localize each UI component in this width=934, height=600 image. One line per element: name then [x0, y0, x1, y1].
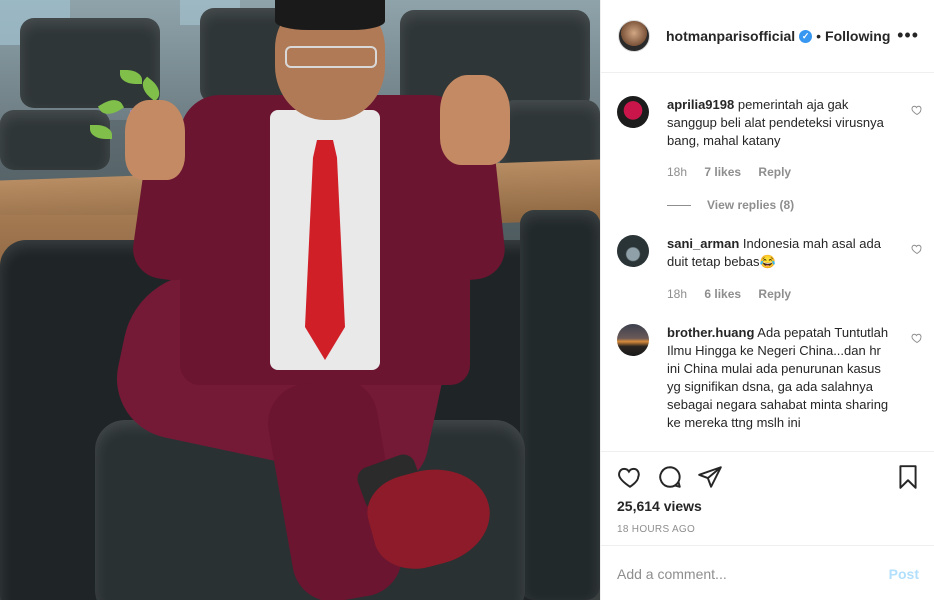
reply-button[interactable]: Reply	[758, 287, 791, 301]
comment-icon[interactable]	[657, 464, 683, 490]
add-comment-bar: Post	[601, 547, 934, 600]
post-timestamp[interactable]: 18 HOURS AGO	[617, 524, 695, 535]
left-hand	[125, 100, 185, 180]
verified-badge-icon: ✓	[799, 29, 813, 43]
comment-meta: 18h 7 likes Reply	[667, 165, 805, 179]
bookmark-icon[interactable]	[895, 464, 921, 490]
comment-time: 18h	[667, 287, 688, 301]
post-actions: 25,614 views 18 HOURS AGO	[601, 451, 934, 546]
commenter-username[interactable]: brother.huang	[667, 325, 754, 340]
comment-text: Ada pepatah Tuntutlah Ilmu Hingga ke Neg…	[667, 325, 889, 430]
right-hand	[440, 75, 510, 165]
commenter-username[interactable]: aprilia9198	[667, 97, 734, 112]
comment-text-block: sani_arman Indonesia mah asal ada duit t…	[667, 235, 889, 271]
share-icon[interactable]	[697, 464, 723, 490]
separator-dot: •	[816, 28, 822, 44]
author-username[interactable]: hotmanparisofficial	[666, 28, 795, 44]
comments-list[interactable]: aprilia9198 pemerintah aja gak sanggup b…	[601, 73, 934, 451]
commenter-username[interactable]: sani_arman	[667, 236, 739, 251]
comment-text-block: brother.huang Ada pepatah Tuntutlah Ilmu…	[667, 324, 889, 432]
add-comment-input[interactable]	[617, 565, 889, 582]
replies-divider	[667, 204, 691, 206]
glasses	[285, 46, 377, 68]
comment-time: 18h	[667, 165, 688, 179]
commenter-avatar[interactable]	[617, 96, 649, 128]
post-comment-button[interactable]: Post	[889, 566, 919, 582]
comment-item: brother.huang Ada pepatah Tuntutlah Ilmu…	[617, 324, 923, 451]
more-options-icon[interactable]: •••	[897, 26, 919, 44]
comment-item: sani_arman Indonesia mah asal ada duit t…	[617, 235, 923, 315]
view-replies-label: View replies (8)	[707, 198, 795, 212]
view-count[interactable]: 25,614 views	[617, 498, 702, 514]
comment-text-block: aprilia9198 pemerintah aja gak sanggup b…	[667, 96, 889, 150]
post-header: hotmanparisofficial ✓ • Following •••	[601, 0, 934, 73]
view-replies-button[interactable]: View replies (8)	[667, 198, 794, 212]
armchair-side	[520, 210, 600, 600]
comment-like-heart-icon[interactable]	[911, 243, 923, 255]
man-in-velvet-suit	[105, 0, 510, 600]
comment-meta: 18h 6 likes Reply	[667, 287, 805, 301]
following-button[interactable]: Following	[825, 28, 890, 44]
commenter-avatar[interactable]	[617, 235, 649, 267]
post-media-video[interactable]	[0, 0, 600, 600]
reply-button[interactable]: Reply	[758, 165, 791, 179]
comment-like-heart-icon[interactable]	[911, 104, 923, 116]
hair	[275, 0, 385, 30]
commenter-avatar[interactable]	[617, 324, 649, 356]
comment-item: aprilia9198 pemerintah aja gak sanggup b…	[617, 96, 923, 236]
comment-likes[interactable]: 6 likes	[704, 287, 741, 301]
heart-icon[interactable]	[617, 464, 643, 490]
post-side-panel: hotmanparisofficial ✓ • Following ••• ap…	[600, 0, 934, 600]
comment-like-heart-icon[interactable]	[911, 332, 923, 344]
author-avatar[interactable]	[618, 20, 650, 52]
comment-likes[interactable]: 7 likes	[704, 165, 741, 179]
